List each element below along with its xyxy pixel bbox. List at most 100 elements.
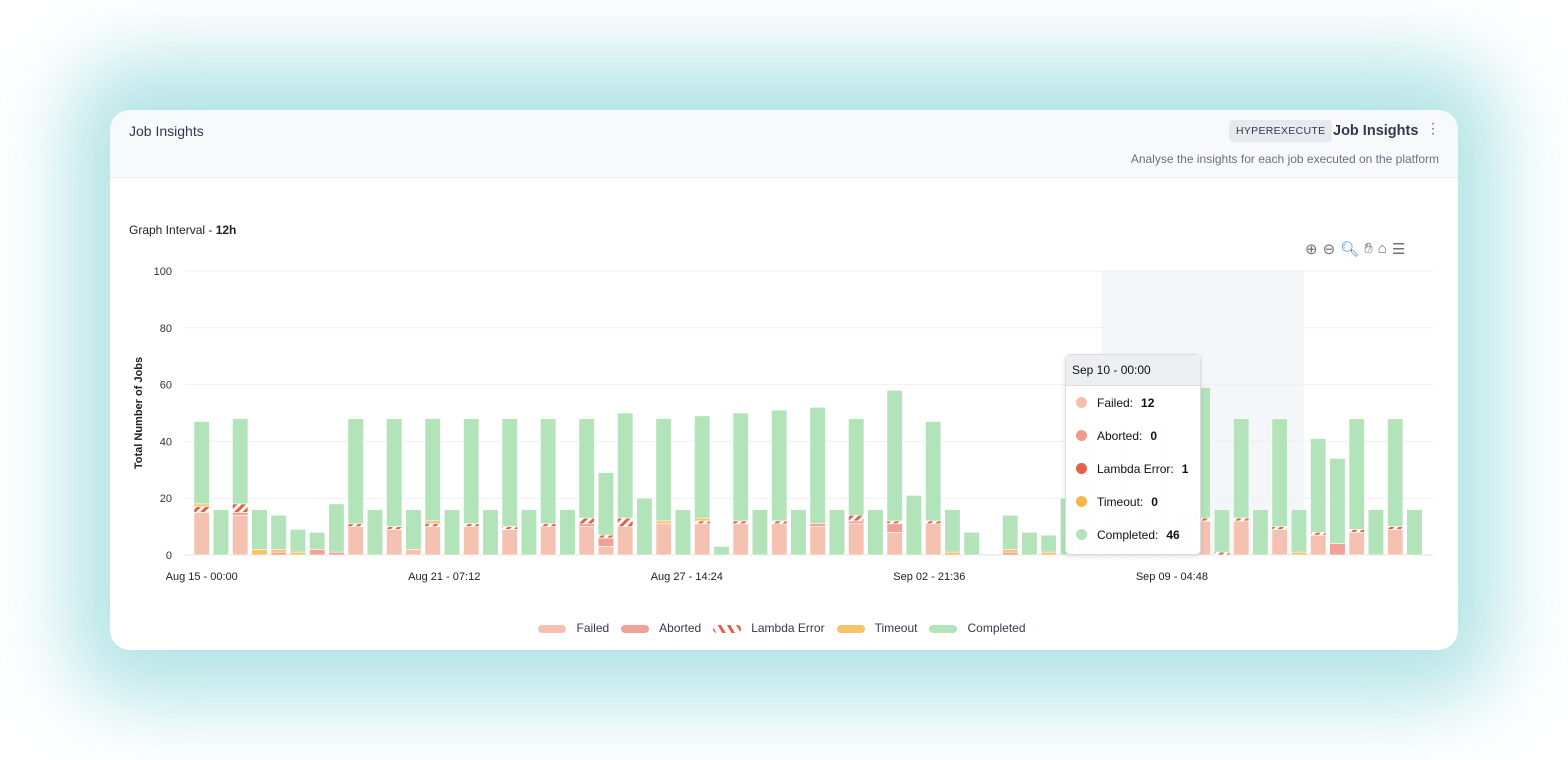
bar-completed bbox=[694, 415, 711, 519]
bar-completed bbox=[328, 503, 345, 553]
bar-failed bbox=[1348, 531, 1365, 556]
bar-completed bbox=[212, 509, 229, 556]
bar-completed bbox=[540, 418, 557, 525]
bar-timeout bbox=[1002, 549, 1019, 553]
bar-timeout bbox=[424, 520, 441, 525]
bar-aborted bbox=[232, 512, 249, 516]
bar-aborted bbox=[328, 551, 345, 556]
y-tick-label: 80 bbox=[160, 323, 172, 335]
bar-failed bbox=[1310, 534, 1327, 556]
bar-aborted bbox=[1002, 551, 1019, 556]
bar-lambda-error bbox=[925, 520, 942, 525]
bar-aborted bbox=[886, 523, 903, 533]
tooltip-row: Timeout: 0 bbox=[1066, 485, 1200, 518]
legend-item[interactable]: Completed bbox=[929, 621, 1026, 635]
bar-completed bbox=[1233, 418, 1250, 519]
bar-completed bbox=[828, 509, 846, 556]
tooltip-value: 0 bbox=[1151, 494, 1158, 509]
legend-item[interactable]: Timeout bbox=[836, 621, 917, 635]
bar-failed bbox=[578, 526, 595, 556]
bar-lambda-error bbox=[1310, 531, 1327, 536]
bar-timeout bbox=[694, 517, 711, 522]
bar-completed bbox=[886, 389, 903, 522]
bar-completed bbox=[463, 418, 480, 525]
bar-timeout bbox=[193, 503, 210, 508]
bar-failed bbox=[540, 526, 557, 556]
bar-timeout bbox=[1040, 551, 1057, 556]
bar-failed bbox=[655, 523, 672, 556]
y-tick-label: 60 bbox=[160, 380, 172, 392]
tooltip-label: Failed: bbox=[1097, 395, 1134, 410]
bar-completed bbox=[655, 418, 672, 522]
bar-failed bbox=[193, 512, 210, 556]
bar-lambda-error bbox=[771, 520, 788, 525]
bar-completed bbox=[771, 409, 788, 522]
legend-item[interactable]: Aborted bbox=[621, 621, 701, 635]
bar-timeout bbox=[251, 549, 268, 556]
legend-item[interactable]: Failed bbox=[538, 621, 609, 635]
legend-swatch bbox=[621, 624, 650, 633]
bar-failed bbox=[463, 526, 480, 556]
tooltip-value: 1 bbox=[1181, 461, 1189, 476]
bar-aborted bbox=[578, 523, 595, 527]
bar-completed bbox=[193, 421, 210, 505]
bar-completed bbox=[289, 529, 306, 553]
bar-completed bbox=[809, 407, 826, 525]
bar-timeout bbox=[270, 549, 287, 553]
bar-completed bbox=[963, 531, 980, 556]
y-axis-label: Total Number of Jobs bbox=[133, 357, 145, 469]
tooltip-title: Sep 10 - 00:00 bbox=[1066, 355, 1200, 386]
series-dot-icon bbox=[1076, 496, 1087, 507]
tooltip-label: Aborted: bbox=[1097, 428, 1143, 443]
bar-completed bbox=[405, 509, 422, 550]
legend-swatch bbox=[836, 624, 865, 633]
bar-completed bbox=[1348, 418, 1365, 530]
bar-completed bbox=[1021, 531, 1038, 556]
stacked-bar-chart: 020406080100Total Number of JobsAug 15 -… bbox=[133, 266, 1433, 583]
bar-lambda-error bbox=[1348, 529, 1365, 533]
bar-lambda-error bbox=[578, 517, 595, 525]
tooltip: Sep 10 - 00:00 Failed: 12 Aborted: 0 Lambda … bbox=[1065, 354, 1201, 555]
bar-aborted bbox=[848, 520, 865, 525]
tooltip-row: Aborted: 0 bbox=[1066, 419, 1200, 452]
bar-completed bbox=[1290, 509, 1307, 553]
bar-timeout bbox=[289, 551, 306, 556]
legend-swatch bbox=[929, 624, 958, 633]
bar-completed bbox=[520, 509, 538, 556]
bar-completed bbox=[636, 497, 653, 556]
bar-lambda-error bbox=[732, 520, 749, 525]
bar-completed bbox=[578, 418, 595, 519]
bar-completed bbox=[424, 418, 441, 522]
bar-lambda-error bbox=[1233, 517, 1250, 522]
bar-aborted bbox=[270, 551, 287, 556]
legend-item[interactable]: Lambda Error bbox=[713, 621, 825, 635]
bar-timeout bbox=[1290, 551, 1307, 556]
legend-swatch bbox=[538, 624, 567, 633]
bar-completed bbox=[597, 472, 615, 536]
bar-completed bbox=[347, 418, 364, 525]
bar-completed bbox=[713, 546, 730, 556]
bar-completed bbox=[848, 418, 865, 516]
bar-completed bbox=[944, 509, 961, 553]
series-dot-icon bbox=[1076, 463, 1087, 474]
bar-completed bbox=[309, 531, 326, 550]
bar-lambda-error bbox=[424, 523, 441, 527]
bar-completed bbox=[270, 514, 287, 550]
bar-lambda-error bbox=[886, 520, 903, 525]
bar-lambda-error bbox=[193, 506, 210, 513]
bar-completed bbox=[1252, 509, 1269, 556]
bar-completed bbox=[751, 509, 769, 556]
job-insights-card: Job Insights HYPEREXECUTE Job Insights ⋮… bbox=[110, 110, 1458, 650]
bar-failed bbox=[405, 549, 422, 556]
legend-label: Completed bbox=[967, 621, 1026, 635]
bar-failed bbox=[597, 546, 615, 556]
bar-failed bbox=[501, 529, 518, 556]
bar-lambda-error bbox=[848, 514, 865, 522]
bar-completed bbox=[1213, 509, 1230, 553]
bar-failed bbox=[925, 523, 942, 556]
bar-aborted bbox=[1329, 543, 1346, 556]
tooltip-value: 46 bbox=[1166, 527, 1180, 542]
tooltip-label: Lambda Error: bbox=[1097, 461, 1174, 476]
bar-failed bbox=[771, 523, 788, 556]
bar-failed bbox=[848, 523, 865, 556]
